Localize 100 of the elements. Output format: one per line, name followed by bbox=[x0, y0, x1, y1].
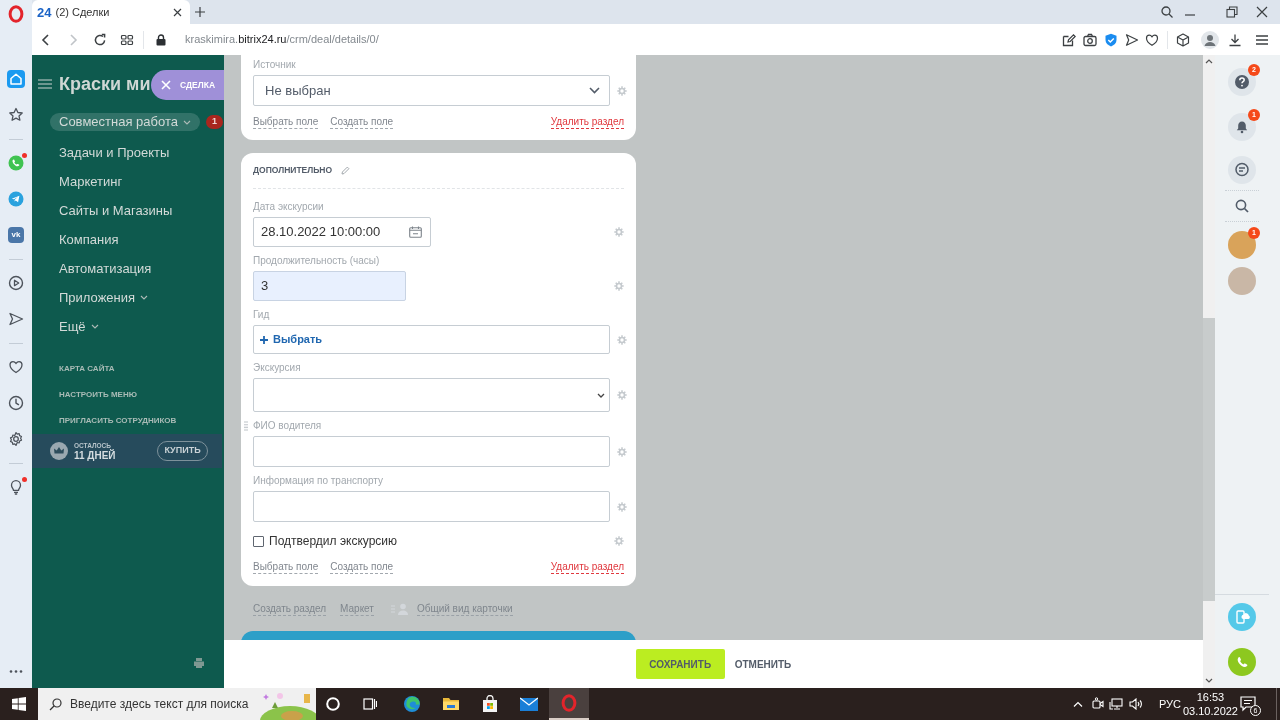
cube-icon[interactable] bbox=[1176, 32, 1190, 47]
camera-icon[interactable] bbox=[1083, 32, 1097, 47]
close-icon[interactable] bbox=[1256, 6, 1268, 18]
menu-link[interactable]: ПРИГЛАСИТЬ СОТРУДНИКОВ bbox=[59, 415, 177, 427]
heart-icon[interactable] bbox=[7, 358, 25, 376]
envelope-icon[interactable] bbox=[520, 697, 538, 711]
video-camera-icon[interactable] bbox=[1091, 697, 1104, 711]
phone-bubble-icon[interactable] bbox=[7, 154, 25, 172]
chat-icon[interactable] bbox=[1228, 156, 1256, 184]
help-icon[interactable] bbox=[1228, 68, 1256, 96]
restore-icon[interactable] bbox=[1226, 6, 1238, 18]
menu-item[interactable]: Задачи и Проекты bbox=[59, 142, 170, 163]
field-label: ФИО водителя bbox=[253, 419, 322, 433]
menu-link[interactable]: НАСТРОИТЬ МЕНЮ bbox=[59, 389, 137, 401]
delete-section-link[interactable]: Удалить раздел bbox=[550, 116, 624, 129]
field-label: Экскурсия bbox=[253, 361, 301, 375]
clock-date[interactable]: 03.10.2022 bbox=[1182, 704, 1238, 718]
search-icon[interactable] bbox=[1235, 199, 1249, 213]
language-indicator[interactable]: РУС bbox=[1158, 695, 1181, 713]
text-field[interactable] bbox=[253, 491, 610, 522]
select-link[interactable]: Выбрать bbox=[260, 331, 323, 348]
home-icon[interactable] bbox=[7, 70, 25, 88]
more-icon[interactable] bbox=[9, 670, 23, 673]
heart-icon[interactable] bbox=[1145, 32, 1159, 47]
field-label: Информация по транспорту bbox=[253, 474, 383, 488]
menu-item[interactable]: Совместная работа bbox=[50, 113, 200, 131]
menu-item[interactable]: Маркетинг bbox=[59, 171, 123, 192]
close-icon[interactable] bbox=[173, 7, 182, 17]
calendar-icon[interactable] bbox=[409, 226, 422, 238]
select-field-link[interactable]: Выбрать поле bbox=[253, 116, 319, 129]
search-icon[interactable] bbox=[1161, 6, 1173, 18]
create-field-link[interactable]: Создать поле bbox=[330, 561, 394, 574]
field-label: Гид bbox=[253, 308, 270, 322]
speech-bubble-icon[interactable] bbox=[1240, 696, 1256, 712]
create-field-link[interactable]: Создать поле bbox=[330, 116, 394, 129]
paper-plane-icon[interactable] bbox=[7, 190, 25, 208]
menu-item[interactable]: Автоматизация bbox=[59, 258, 152, 279]
select-field[interactable]: Не выбран bbox=[253, 75, 610, 106]
send-icon[interactable] bbox=[7, 310, 25, 328]
counter-badge: 1 bbox=[205, 115, 223, 129]
clock-time[interactable]: 16:53 bbox=[1196, 690, 1225, 704]
lock-icon bbox=[156, 33, 166, 46]
shopping-bag-icon[interactable] bbox=[481, 695, 499, 713]
date-field[interactable]: 28.10.2022 10:00:00 bbox=[253, 217, 431, 247]
folder-icon[interactable] bbox=[442, 696, 460, 712]
grid-icon[interactable] bbox=[120, 32, 134, 47]
address-text[interactable]: kraskimira.bitrix24.ru/crm/deal/details/0/ bbox=[185, 31, 379, 48]
chevron-down-icon bbox=[589, 87, 600, 94]
task-view-icon[interactable] bbox=[363, 697, 377, 711]
number-field[interactable]: 3 bbox=[253, 271, 406, 301]
printer-icon[interactable] bbox=[193, 657, 205, 669]
chevron-down-icon bbox=[597, 392, 605, 398]
dropdown-field[interactable] bbox=[253, 378, 610, 412]
menu-link[interactable]: КАРТА САЙТА bbox=[59, 363, 115, 375]
browser-tab[interactable]: 24 (2) Сделки bbox=[32, 0, 190, 24]
swirl-icon[interactable] bbox=[403, 695, 421, 713]
reload-icon[interactable] bbox=[93, 32, 107, 47]
taskbar-search-field[interactable]: Введите здесь текст для поиска bbox=[38, 688, 316, 720]
scrollbar-thumb[interactable] bbox=[1203, 318, 1215, 601]
menu-icon[interactable] bbox=[38, 79, 52, 89]
star-icon[interactable] bbox=[7, 106, 25, 124]
plus-icon bbox=[260, 335, 268, 344]
menu-item[interactable]: Ещё bbox=[59, 316, 99, 337]
shield-check-icon[interactable] bbox=[1104, 32, 1118, 47]
crown-icon bbox=[50, 442, 68, 460]
portal-title: Краски ми bbox=[59, 75, 151, 93]
o-logo-icon[interactable] bbox=[8, 5, 24, 23]
app-logo[interactable]: vk bbox=[8, 227, 24, 243]
scroll-up-icon[interactable] bbox=[1205, 59, 1213, 64]
delete-section-link[interactable]: Удалить раздел bbox=[550, 561, 624, 574]
monitor-icon[interactable] bbox=[1108, 698, 1123, 710]
settings-icon[interactable] bbox=[7, 430, 25, 448]
checkbox-label: Подтвердил экскурсию bbox=[269, 533, 398, 550]
start-icon[interactable] bbox=[12, 697, 26, 711]
drag-handle-icon[interactable] bbox=[244, 421, 248, 431]
checkbox[interactable] bbox=[253, 535, 264, 547]
menu-icon[interactable] bbox=[1255, 32, 1269, 47]
bell-icon[interactable] bbox=[1228, 113, 1256, 141]
ring-icon[interactable] bbox=[326, 697, 340, 711]
clock-icon[interactable] bbox=[7, 394, 25, 412]
send-icon[interactable] bbox=[1125, 32, 1139, 47]
edit-icon[interactable] bbox=[1062, 32, 1076, 47]
save-button[interactable]: СОХРАНИТЬ bbox=[635, 649, 725, 679]
text-field[interactable] bbox=[253, 436, 610, 467]
play-circle-icon[interactable] bbox=[7, 274, 25, 292]
download-icon[interactable] bbox=[1228, 32, 1242, 47]
picker-field[interactable]: Выбрать bbox=[253, 325, 610, 354]
avatar-icon[interactable] bbox=[1228, 231, 1256, 259]
select-field-link[interactable]: Выбрать поле bbox=[253, 561, 319, 574]
menu-item[interactable]: Сайты и Магазины bbox=[59, 200, 173, 221]
scroll-down-icon[interactable] bbox=[1205, 678, 1213, 683]
chevron-up-icon[interactable] bbox=[1072, 701, 1083, 707]
menu-item[interactable]: Компания bbox=[59, 229, 119, 250]
menu-item[interactable]: Приложения bbox=[59, 287, 149, 308]
profile-icon[interactable] bbox=[1201, 30, 1219, 49]
plus-icon[interactable] bbox=[195, 7, 205, 17]
volume-icon[interactable] bbox=[1128, 698, 1143, 710]
cancel-button[interactable]: ОТМЕНИТЬ bbox=[734, 656, 792, 672]
taskbar-button[interactable] bbox=[549, 688, 589, 720]
section-title: ДОПОЛНИТЕЛЬНО bbox=[253, 166, 333, 175]
